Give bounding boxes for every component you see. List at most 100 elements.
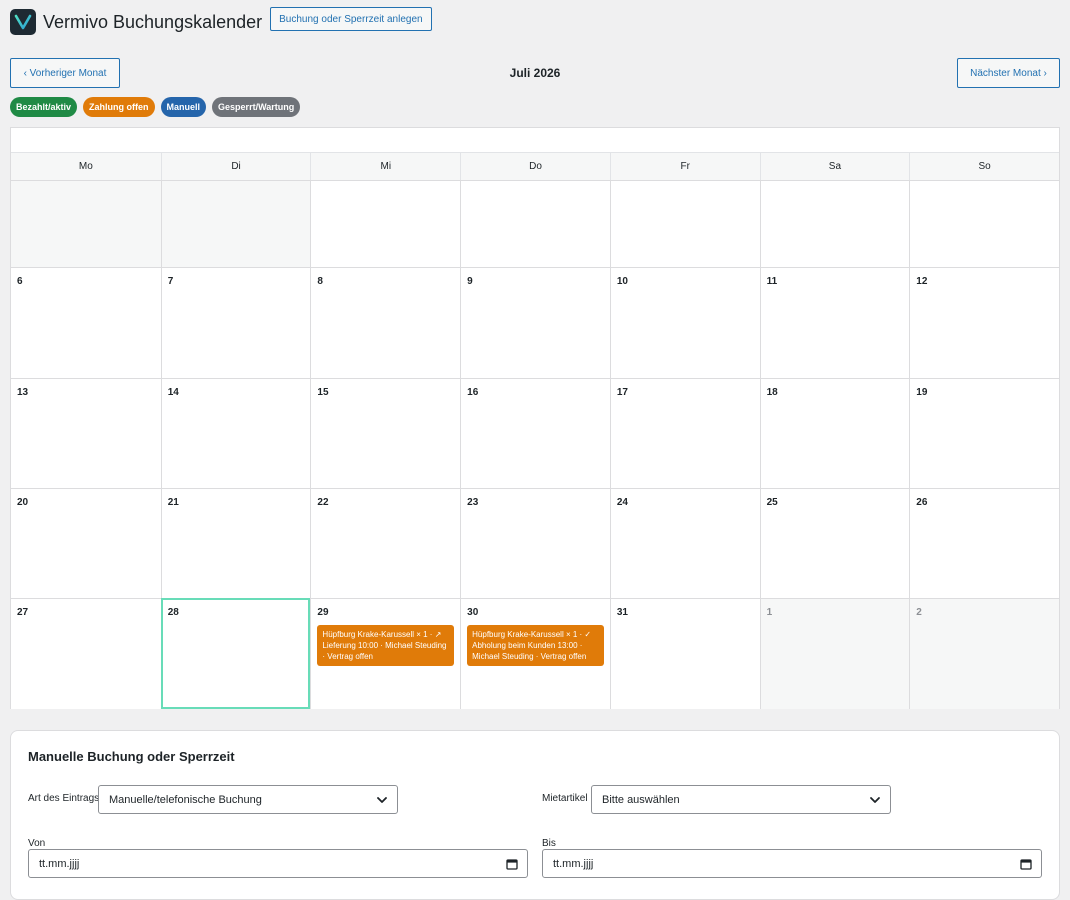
rental-item-label: Mietartikel bbox=[542, 793, 588, 804]
rental-item-select[interactable]: Bitte auswählen bbox=[591, 785, 891, 814]
day-number: 26 bbox=[916, 497, 928, 508]
day-number: 17 bbox=[616, 387, 628, 398]
booking-event[interactable]: Hüpfburg Krake-Karussell × 1 · ✓ Abholun… bbox=[467, 625, 604, 666]
day-cell[interactable] bbox=[609, 181, 760, 267]
day-number: 18 bbox=[766, 387, 778, 398]
day-cell[interactable]: 8 bbox=[310, 267, 461, 378]
day-cell[interactable]: 24 bbox=[609, 488, 760, 598]
month-calendar: Mo Di Mi Do Fr Sa So 6 7 8 9 10 11 12 13 14 15 16 17 18 19 2… bbox=[10, 127, 1060, 709]
rental-item-value: Bitte auswählen bbox=[602, 793, 680, 806]
weekday-label: Sa bbox=[759, 153, 910, 180]
chevron-down-icon bbox=[870, 797, 880, 803]
calendar-icon[interactable] bbox=[506, 858, 518, 870]
manual-booking-panel: Manuelle Buchung oder Sperrzeit Art des … bbox=[10, 730, 1060, 900]
day-number: 25 bbox=[766, 497, 778, 508]
day-number: 31 bbox=[616, 607, 628, 618]
day-cell[interactable]: 31 bbox=[609, 598, 760, 709]
day-cell[interactable]: 6 bbox=[11, 267, 161, 378]
day-number: 8 bbox=[317, 276, 323, 287]
day-cell[interactable] bbox=[460, 181, 610, 267]
weekday-label: Mo bbox=[78, 161, 93, 172]
day-number: 1 bbox=[766, 607, 773, 618]
day-number: 10 bbox=[616, 276, 628, 287]
day-cell[interactable]: 7 bbox=[160, 267, 311, 378]
from-date-label: Von bbox=[28, 838, 46, 849]
day-cell[interactable] bbox=[11, 181, 161, 267]
vermivo-logo-icon bbox=[10, 9, 36, 35]
from-date-input[interactable]: tt.mm.jjjj bbox=[28, 849, 528, 878]
weekday-label: Di bbox=[160, 153, 311, 180]
day-cell[interactable]: 2 bbox=[909, 598, 1059, 709]
day-number: 20 bbox=[17, 497, 29, 508]
app-header: Vermivo Buchungskalender Buchung oder Sp… bbox=[10, 7, 432, 37]
add-booking-button[interactable]: Buchung oder Sperrzeit anlegen bbox=[270, 7, 432, 31]
status-legend: Bezahlt/aktiv Zahlung offen Manuell Gesperr… bbox=[10, 97, 301, 117]
app-title: Vermivo Buchungskalender bbox=[43, 11, 263, 32]
day-cell[interactable]: 21 bbox=[160, 488, 311, 598]
entry-type-label: Art des Eintrags bbox=[28, 793, 100, 804]
day-cell[interactable]: 17 bbox=[609, 378, 760, 488]
day-cell[interactable]: 11 bbox=[759, 267, 910, 378]
weekday-label: Mi bbox=[310, 153, 460, 180]
day-cell[interactable] bbox=[909, 181, 1059, 267]
booking-event[interactable]: Hüpfburg Krake-Karussell × 1 · ↗ Lieferu… bbox=[317, 625, 455, 666]
day-cell[interactable] bbox=[310, 181, 461, 267]
day-number: 13 bbox=[17, 387, 29, 398]
chevron-down-icon bbox=[377, 797, 387, 803]
day-cell[interactable]: 19 bbox=[909, 378, 1059, 488]
entry-type-select[interactable]: Manuelle/telefonische Buchung bbox=[98, 785, 398, 814]
to-date-input[interactable]: tt.mm.jjjj bbox=[542, 849, 1042, 878]
legend-badge: Gesperrt/Wartung bbox=[212, 97, 301, 117]
day-cell[interactable]: 9 bbox=[460, 267, 610, 378]
day-cell[interactable]: 13 bbox=[11, 378, 161, 488]
form-title: Manuelle Buchung oder Sperrzeit bbox=[28, 749, 235, 764]
day-cell[interactable]: 23 bbox=[460, 488, 610, 598]
day-cell[interactable]: 26 bbox=[909, 488, 1059, 598]
day-number: 29 bbox=[317, 607, 329, 618]
day-cell[interactable] bbox=[160, 181, 311, 267]
day-number: 28 bbox=[167, 607, 179, 618]
weekday-label: Fr bbox=[609, 153, 760, 180]
from-date-placeholder: tt.mm.jjjj bbox=[39, 857, 80, 870]
day-number: 2 bbox=[916, 607, 922, 618]
weekday-label: So bbox=[909, 153, 1059, 180]
day-cell[interactable]: 25 bbox=[759, 488, 910, 598]
day-cell[interactable]: 12 bbox=[909, 267, 1059, 378]
legend-badge: Manuell bbox=[160, 97, 207, 117]
day-cell[interactable]: 14 bbox=[160, 378, 311, 488]
legend-badge: Bezahlt/aktiv bbox=[10, 97, 78, 117]
day-number: 21 bbox=[167, 497, 179, 508]
day-cell[interactable]: 10 bbox=[609, 267, 760, 378]
day-number: 7 bbox=[167, 276, 174, 287]
day-number: 12 bbox=[916, 276, 928, 287]
day-cell[interactable]: 22 bbox=[310, 488, 461, 598]
day-cell[interactable]: 27 bbox=[11, 598, 161, 709]
day-cell[interactable]: 18 bbox=[759, 378, 910, 488]
day-cell[interactable]: 30 Hüpfburg Krake-Karussell × 1 · ✓ Abhol… bbox=[460, 598, 610, 709]
next-month-button[interactable]: Nächster Monat › bbox=[957, 58, 1060, 88]
day-cell-today[interactable]: 28 bbox=[160, 598, 311, 709]
day-number: 30 bbox=[467, 607, 479, 618]
day-cell[interactable]: 29 Hüpfburg Krake-Karussell × 1 · ↗ Liefe… bbox=[310, 598, 461, 709]
day-number: 9 bbox=[467, 276, 473, 287]
to-date-placeholder: tt.mm.jjjj bbox=[553, 857, 594, 870]
legend-badge: Zahlung offen bbox=[83, 97, 155, 117]
month-title: Juli 2026 bbox=[509, 66, 561, 80]
weekday-label: Do bbox=[460, 153, 610, 180]
weekday-header: Mo Di Mi Do Fr Sa So bbox=[11, 152, 1059, 181]
calendar-grid: 6 7 8 9 10 11 12 13 14 15 16 17 18 19 20 21 22 23 24 25 26 27… bbox=[11, 181, 1059, 709]
day-cell[interactable]: 15 bbox=[310, 378, 461, 488]
day-number: 14 bbox=[167, 387, 179, 398]
day-cell[interactable] bbox=[759, 181, 910, 267]
day-cell[interactable]: 20 bbox=[11, 488, 161, 598]
day-number: 6 bbox=[17, 276, 23, 287]
day-number: 23 bbox=[467, 497, 479, 508]
day-cell[interactable]: 16 bbox=[460, 378, 610, 488]
day-number: 24 bbox=[616, 497, 628, 508]
day-number: 11 bbox=[766, 276, 778, 287]
day-number: 19 bbox=[916, 387, 928, 398]
day-cell[interactable]: 1 bbox=[759, 598, 910, 709]
to-date-label: Bis bbox=[542, 838, 556, 849]
calendar-icon[interactable] bbox=[1020, 858, 1032, 870]
entry-type-value: Manuelle/telefonische Buchung bbox=[109, 793, 262, 806]
